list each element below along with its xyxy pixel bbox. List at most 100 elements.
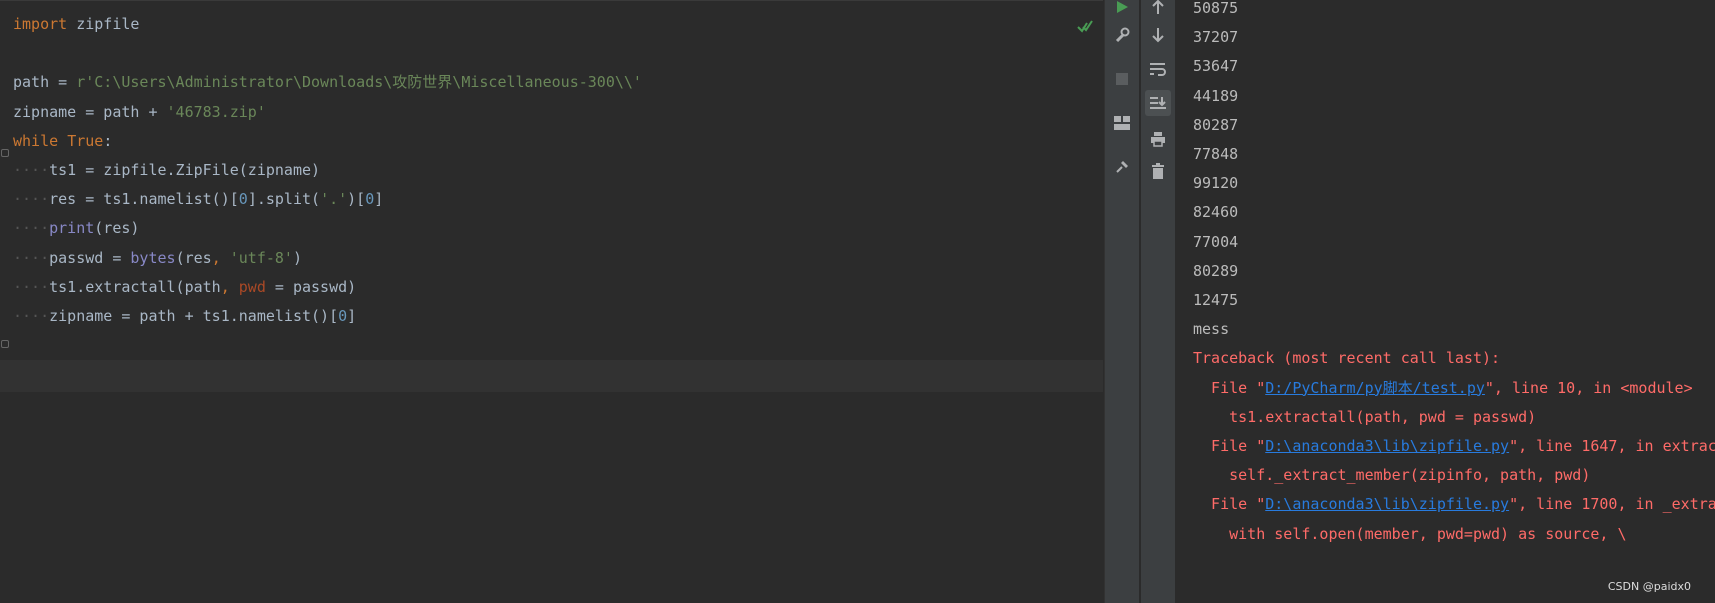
code-token: zipfile <box>67 15 140 33</box>
code-line: path = r'C:\Users\Administrator\Download… <box>13 66 642 98</box>
code-token: 0 <box>365 190 375 209</box>
code-line: ····zipname = path + ts1.namelist()[0] <box>13 300 356 332</box>
console-line: 77848 <box>1193 138 1238 170</box>
console-line: 44189 <box>1193 80 1238 112</box>
code-token: (res) <box>94 219 140 238</box>
code-token: = passwd) <box>265 277 357 296</box>
console-line: 80287 <box>1193 109 1238 141</box>
code-token: passwd = <box>49 248 131 267</box>
print-icon[interactable] <box>1145 126 1171 152</box>
fold-marker[interactable] <box>1 149 9 157</box>
scroll-to-end-icon[interactable] <box>1145 90 1171 116</box>
code-line: ····print(res) <box>13 212 139 244</box>
console-line: 80289 <box>1193 255 1238 287</box>
code-line: ····ts1 = zipfile.ZipFile(zipname) <box>13 154 320 186</box>
code-token: 37207 <box>1193 28 1239 47</box>
code-token: : <box>103 131 113 150</box>
console-line: File "D:\anaconda3\lib\zipfile.py", line… <box>1193 488 1715 520</box>
code-token: '46783.zip' <box>166 102 266 121</box>
console-line: 82460 <box>1193 196 1238 228</box>
code-token: ts1.extractall(path, pwd = passwd) <box>1193 407 1537 426</box>
code-token: 'utf-8' <box>229 248 293 267</box>
code-token: path <box>13 73 50 92</box>
code-line: ····passwd = bytes(res, 'utf-8') <box>13 242 302 274</box>
stop-icon[interactable] <box>1109 66 1135 92</box>
pin-icon[interactable] <box>1109 154 1135 180</box>
code-token: True <box>67 131 104 150</box>
console-line: File "D:/PyCharm/py脚本/test.py", line 10,… <box>1193 372 1693 404</box>
code-token: ts1.extractall(path <box>49 277 221 296</box>
code-token: = path + <box>76 102 167 121</box>
code-token: ", line 1647, in extractall <box>1509 437 1715 455</box>
fold-marker[interactable] <box>1 340 9 348</box>
code-token: ", line 10, in <module> <box>1484 378 1693 397</box>
code-line: import zipfile <box>13 8 139 40</box>
code-token: with self.open(member, pwd=pwd) as sourc… <box>1193 524 1627 543</box>
trash-icon[interactable] <box>1145 158 1171 184</box>
code-token: zipname <box>13 102 77 121</box>
code-token: bytes <box>130 248 176 267</box>
code-line: ····res = ts1.namelist()[0].split('.')[0… <box>13 183 383 215</box>
code-line: zipname = path + '46783.zip' <box>13 96 266 128</box>
file-link[interactable]: D:\anaconda3\lib\zipfile.py <box>1265 495 1509 513</box>
run-console-output[interactable]: 50875 37207 53647 44189 80287 77848 99120 82460… <box>1177 0 1715 603</box>
code-token: zipname = path + ts1.namelist()[ <box>49 307 339 325</box>
console-line: 12475 <box>1193 284 1238 316</box>
run-icon[interactable] <box>1109 0 1135 20</box>
console-line: 99120 <box>1193 167 1238 199</box>
code-line: ····ts1.extractall(path, pwd = passwd) <box>13 271 356 303</box>
code-token: '.' <box>320 190 348 209</box>
file-link[interactable]: D:\anaconda3\lib\zipfile.py <box>1265 437 1509 455</box>
console-line: File "D:\anaconda3\lib\zipfile.py", line… <box>1193 430 1715 462</box>
code-token: ···· <box>13 219 50 238</box>
code-token: import <box>13 15 68 33</box>
soft-wrap-icon[interactable] <box>1145 56 1171 82</box>
code-token: , <box>211 248 230 267</box>
code-token: ···· <box>13 307 50 325</box>
code-token: 44189 <box>1193 86 1239 105</box>
code-token: 50875 <box>1193 0 1239 17</box>
code-token: 99120 <box>1193 174 1239 193</box>
console-line: with self.open(member, pwd=pwd) as sourc… <box>1193 518 1626 550</box>
console-line: 77004 <box>1193 226 1238 258</box>
code-line: while True: <box>13 125 112 157</box>
code-token: 77004 <box>1193 232 1239 251</box>
code-token: 80289 <box>1193 261 1239 280</box>
code-token: File " <box>1193 495 1266 514</box>
code-token: ···· <box>13 277 50 296</box>
code-token: 80287 <box>1193 115 1239 134</box>
code-token: ···· <box>13 190 50 209</box>
console-line: mess <box>1193 313 1229 345</box>
code-token: 77848 <box>1193 145 1239 163</box>
code-token: r'C:\Users\Administrator\Downloads\攻防世界\… <box>76 73 642 92</box>
down-arrow-icon[interactable] <box>1145 22 1171 48</box>
console-toolbar <box>1140 0 1176 603</box>
wrench-icon[interactable] <box>1109 22 1135 48</box>
file-link[interactable]: D:/PyCharm/py脚本/test.py <box>1265 379 1485 397</box>
code-token: = <box>49 73 77 92</box>
up-arrow-icon[interactable] <box>1145 0 1171 20</box>
code-token: (res <box>175 248 212 267</box>
code-editor[interactable]: import zipfile path = r'C:\Users\Administ… <box>0 0 1103 603</box>
code-token: )[ <box>347 190 366 209</box>
layout-icon[interactable] <box>1109 110 1135 136</box>
code-token: mess <box>1193 320 1230 339</box>
code-token: , <box>220 277 239 296</box>
code-token: self._extract_member(zipinfo, path, pwd) <box>1193 466 1591 485</box>
code-token: ) <box>292 248 302 267</box>
code-token: res = ts1.namelist()[ <box>49 190 239 209</box>
code-token: pwd <box>238 277 266 296</box>
console-line: ts1.extractall(path, pwd = passwd) <box>1193 401 1536 433</box>
code-token: File " <box>1193 378 1266 397</box>
code-token: 0 <box>338 307 348 325</box>
inspection-ok-icon[interactable] <box>1076 17 1094 35</box>
code-token: ···· <box>13 161 50 179</box>
console-line: 37207 <box>1193 21 1238 53</box>
code-token: ", line 1700, in _extract_member <box>1509 495 1715 514</box>
code-token: ···· <box>13 248 50 267</box>
code-token: 12475 <box>1193 291 1239 309</box>
watermark: CSDN @paidx0 <box>1607 580 1691 593</box>
code-token: print <box>49 219 95 238</box>
code-token: ] <box>374 190 384 209</box>
code-token: 82460 <box>1193 203 1239 222</box>
